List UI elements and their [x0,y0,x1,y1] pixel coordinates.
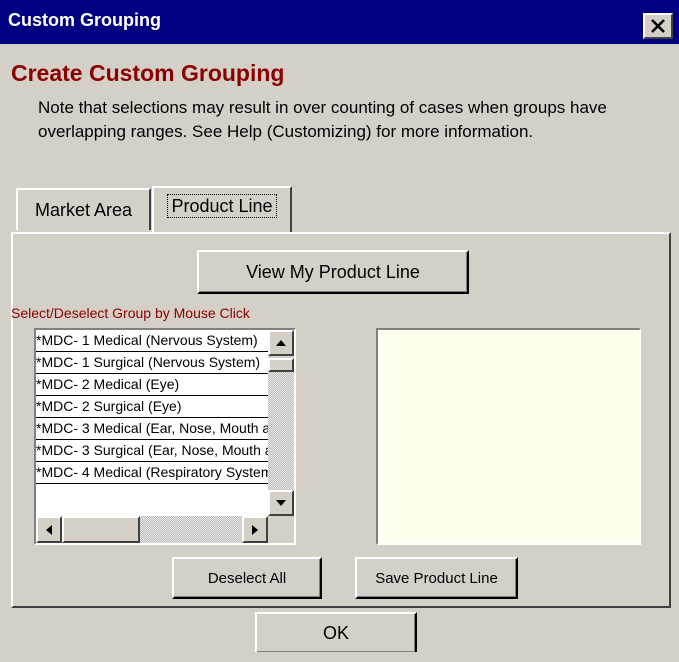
list-item[interactable]: *MDC- 2 Surgical (Eye) [36,396,268,418]
scroll-right-button[interactable] [242,516,268,543]
view-product-line-button[interactable]: View My Product Line [197,250,469,294]
ok-button[interactable]: OK [255,612,417,652]
vertical-scrollbar[interactable] [268,330,294,516]
title-bar: Custom Grouping [0,0,679,44]
group-list: *MDC- 1 Medical (Nervous System) *MDC- 1… [36,330,268,516]
save-product-line-button[interactable]: Save Product Line [355,557,518,599]
page-heading: Create Custom Grouping [11,60,285,86]
scroll-up-button[interactable] [268,330,294,356]
arrow-up-icon [276,340,286,346]
list-item[interactable]: *MDC- 3 Medical (Ear, Nose, Mouth and Th… [36,418,268,440]
arrow-left-icon [46,524,52,535]
list-item[interactable]: *MDC- 3 Surgical (Ear, Nose, Mouth and T… [36,440,268,462]
selection-instruction: Select/Deselect Group by Mouse Click [11,305,250,321]
group-listbox[interactable]: *MDC- 1 Medical (Nervous System) *MDC- 1… [34,328,296,545]
tab-product-line[interactable]: Product Line [152,186,292,232]
scrollbar-corner [268,516,294,543]
tab-product-line-label: Product Line [167,194,277,218]
tab-market-area[interactable]: Market Area [16,188,151,230]
overlap-note: Note that selections may result in over … [38,98,607,141]
close-button[interactable] [643,13,673,39]
horizontal-scrollbar[interactable] [36,516,268,543]
close-icon [651,19,665,33]
list-item[interactable]: *MDC- 2 Medical (Eye) [36,374,268,396]
scroll-down-button[interactable] [268,490,294,516]
deselect-all-button[interactable]: Deselect All [172,557,322,599]
horizontal-scroll-thumb[interactable] [62,516,140,543]
list-item[interactable]: *MDC- 4 Medical (Respiratory System) [36,462,268,484]
arrow-right-icon [252,524,258,535]
tab-market-area-label: Market Area [34,200,133,220]
arrow-down-icon [276,500,286,506]
list-item[interactable]: *MDC- 1 Surgical (Nervous System) [36,352,268,374]
window-title: Custom Grouping [8,10,161,30]
vertical-scroll-thumb[interactable] [268,358,294,372]
selected-groups-box[interactable] [376,328,641,545]
list-item[interactable]: *MDC- 1 Medical (Nervous System) [36,330,268,352]
scroll-left-button[interactable] [36,516,62,543]
